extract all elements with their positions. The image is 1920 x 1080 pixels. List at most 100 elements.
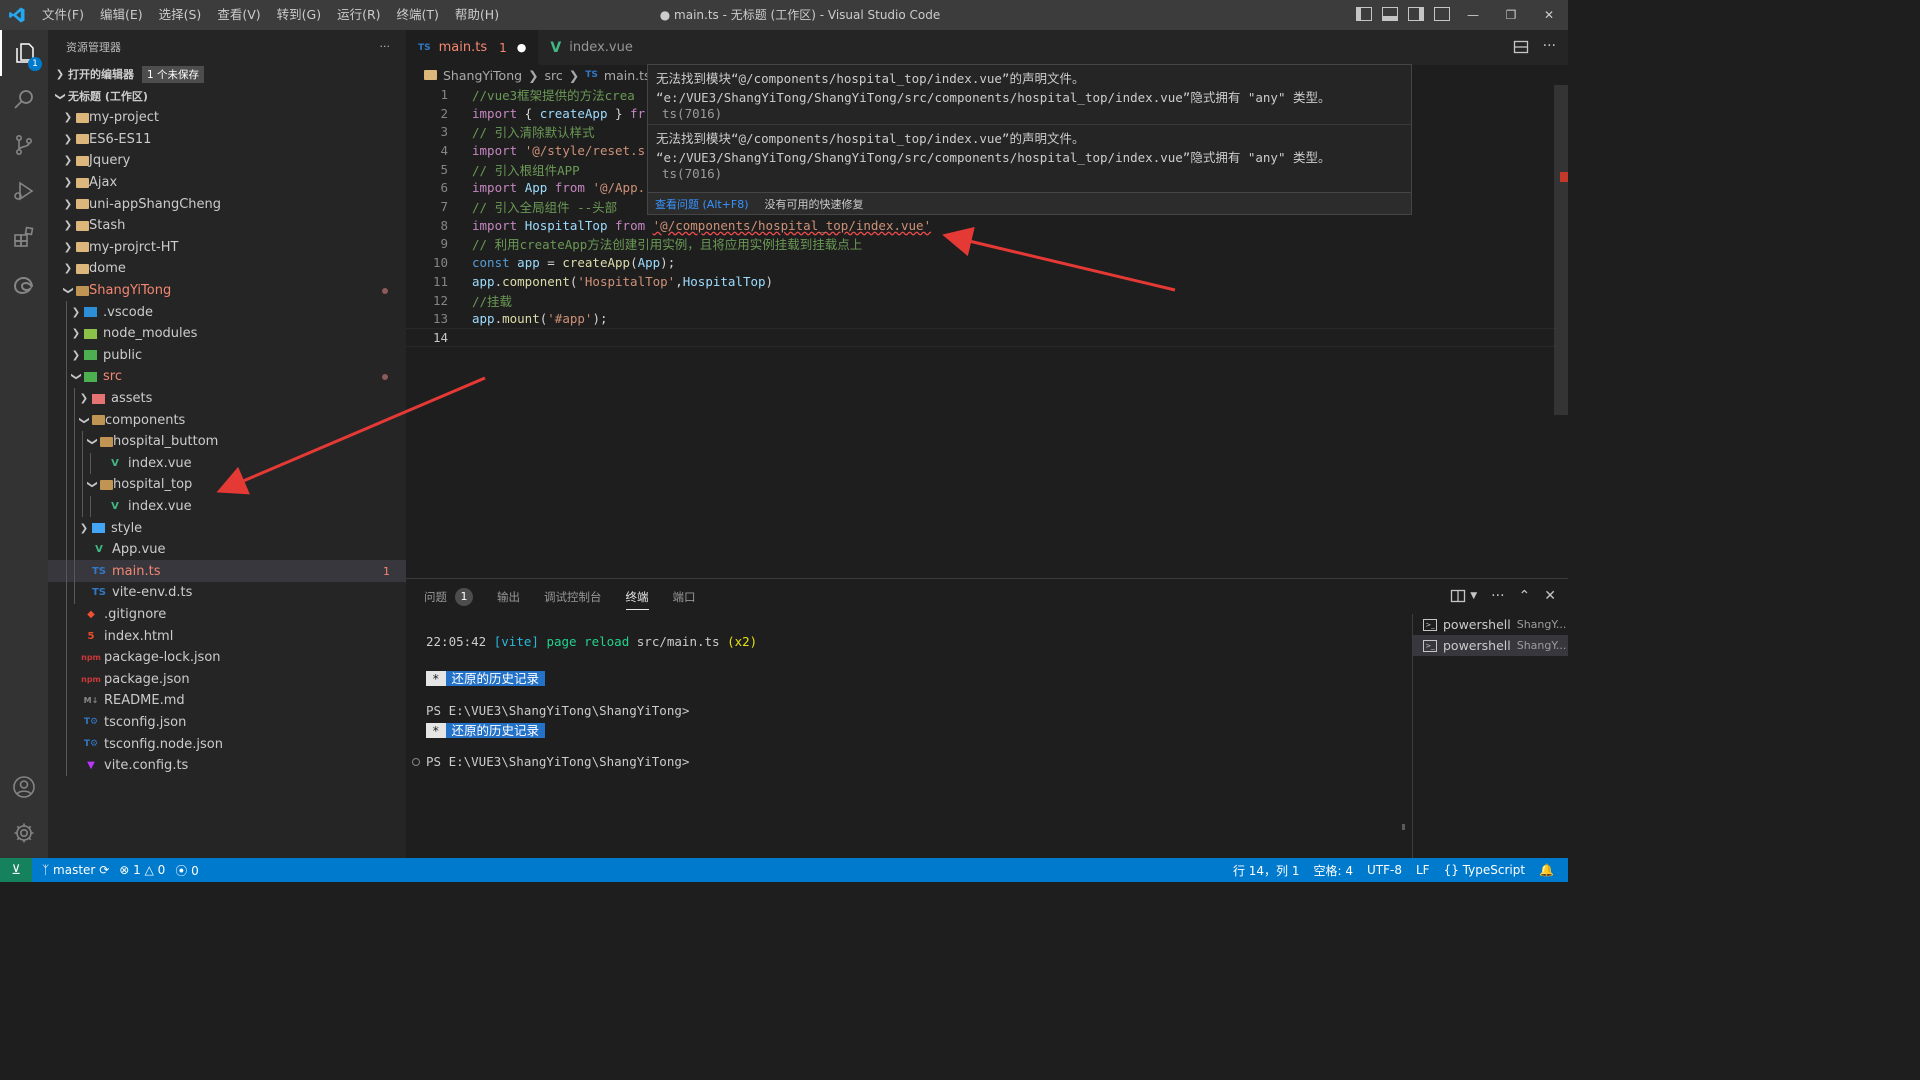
code-line[interactable]: 8 import HospitalTop from '@/components/h… (406, 216, 1556, 235)
command-decoration-icon[interactable] (412, 758, 420, 766)
tree-item[interactable]: ◆ .gitignore (48, 603, 406, 626)
tab-ports[interactable]: 端口 (673, 579, 696, 614)
tree-item[interactable]: 5 index.html (48, 625, 406, 647)
toggle-sidebar-icon[interactable] (1356, 7, 1372, 21)
unsaved-dot-icon[interactable]: ● (517, 41, 527, 54)
tree-item[interactable]: ❯ ES6-ES11 (48, 129, 406, 151)
tree-item[interactable]: ▼ vite.config.ts (48, 754, 406, 777)
code-line[interactable]: 11 app.component('HospitalTop',HospitalTo… (406, 272, 1556, 291)
git-branch[interactable]: ᛉ master ⟳ (42, 863, 109, 877)
tree-item[interactable]: T⚙ tsconfig.node.json (48, 733, 406, 755)
tree-item[interactable]: ❯ hospital_buttom (48, 430, 406, 453)
tab-debug-console[interactable]: 调试控制台 (544, 579, 602, 614)
breadcrumb-item[interactable]: main.ts (604, 68, 651, 83)
tree-item[interactable]: V App.vue (48, 538, 406, 561)
tree-item[interactable]: ❯ dome (48, 258, 406, 280)
menu-go[interactable]: 转到(G) (269, 0, 329, 30)
restore-icon[interactable]: ❐ (1492, 0, 1530, 30)
end-of-line[interactable]: LF (1416, 863, 1430, 877)
close-window-icon[interactable]: ✕ (1530, 0, 1568, 30)
ports-indicator[interactable]: ⦿ 0 (175, 862, 198, 879)
menu-file[interactable]: 文件(F) (34, 0, 92, 30)
terminal[interactable]: 22:05:42 [vite] page reload src/main.ts … (406, 614, 1412, 859)
remote-indicator-icon[interactable]: ⊻ (0, 858, 32, 882)
toggle-secondary-sidebar-icon[interactable] (1408, 7, 1424, 21)
tree-item[interactable]: ❯ style (48, 517, 406, 539)
tree-item[interactable]: ❯ Ajax (48, 172, 406, 194)
split-terminal-icon[interactable] (1450, 588, 1466, 604)
edge-devtools-activity[interactable] (0, 262, 48, 308)
menu-edit[interactable]: 编辑(E) (92, 0, 151, 30)
menu-help[interactable]: 帮助(H) (447, 0, 507, 30)
more-actions-icon[interactable]: ··· (1491, 588, 1504, 604)
explorer-activity[interactable]: 1 (0, 30, 48, 76)
tree-item[interactable]: ❯ hospital_top (48, 474, 406, 496)
breadcrumb-item[interactable]: ShangYiTong (443, 68, 522, 83)
code-token: import (472, 180, 518, 196)
minimize-icon[interactable]: — (1454, 0, 1492, 30)
tree-item[interactable]: ❯ assets (48, 387, 406, 410)
code-line[interactable]: 9 // 利用createApp方法创建引用实例，且将应用实例挂载到挂载点上 (406, 235, 1556, 254)
notifications-bell-icon[interactable]: 🔔 (1539, 863, 1554, 877)
tree-item[interactable]: T⚙ tsconfig.json (48, 711, 406, 734)
search-activity[interactable] (0, 76, 48, 122)
run-debug-activity[interactable] (0, 168, 48, 214)
terminal-instance[interactable]: >_ powershell ShangY... (1413, 635, 1568, 656)
tree-item[interactable]: ❯ Jquery (48, 150, 406, 172)
encoding[interactable]: UTF-8 (1367, 863, 1402, 877)
code-line[interactable]: 12 //挂载 (406, 291, 1556, 310)
workspace-section[interactable]: ❯ 无标题 (工作区) (48, 85, 406, 107)
tab-terminal[interactable]: 终端 (625, 579, 649, 614)
tab-index-vue[interactable]: V index.vue (538, 30, 644, 65)
view-problem-link[interactable]: 查看问题 (Alt+F8) (655, 196, 749, 212)
editor-scrollbar[interactable] (1554, 85, 1568, 415)
breadcrumb-item[interactable]: src (545, 68, 563, 83)
maximize-panel-icon[interactable]: ⌃ (1519, 588, 1531, 604)
toggle-panel-icon[interactable] (1382, 7, 1398, 21)
menu-terminal[interactable]: 终端(T) (389, 0, 447, 30)
accounts-activity[interactable] (0, 764, 48, 810)
explorer-more-actions[interactable]: ··· (380, 40, 391, 53)
customize-layout-icon[interactable] (1434, 7, 1450, 21)
tree-item[interactable]: ❯ src (48, 366, 406, 388)
tree-item[interactable]: ❯ node_modules (48, 322, 406, 345)
manage-activity[interactable] (0, 810, 48, 856)
source-control-activity[interactable] (0, 122, 48, 168)
tree-item[interactable]: ❯ ShangYiTong (48, 280, 406, 302)
tree-item[interactable]: ❯ my-projrct-HT (48, 237, 406, 259)
code-line[interactable]: 14 (406, 328, 1556, 347)
tree-item[interactable]: ❯ components (48, 409, 406, 431)
split-editor-icon[interactable] (1513, 39, 1529, 55)
terminal-instance[interactable]: >_ powershell ShangY... (1413, 614, 1568, 635)
open-editors-section[interactable]: ❯ 打开的编辑器 1 个未保存 (48, 63, 406, 85)
tree-item[interactable]: TS vite-env.d.ts (48, 582, 406, 604)
close-panel-icon[interactable]: ✕ (1544, 588, 1556, 604)
tree-item[interactable]: M↓ README.md (48, 690, 406, 712)
tree-item[interactable]: ❯ uni-appShangCheng (48, 193, 406, 215)
tree-item[interactable]: ❯ .vscode (48, 301, 406, 323)
problems-indicator[interactable]: ⊗ 1 △ 0 (119, 863, 165, 877)
cursor-position[interactable]: 行 14，列 1 (1233, 862, 1300, 879)
code-line[interactable]: 13 app.mount('#app'); (406, 309, 1556, 328)
tree-item[interactable]: TS main.ts 1 (48, 560, 406, 583)
tree-item[interactable]: ❯ public (48, 344, 406, 367)
menu-view[interactable]: 查看(V) (209, 0, 268, 30)
tree-item[interactable]: npm package.json (48, 668, 406, 691)
tab-output[interactable]: 输出 (497, 579, 520, 614)
tab-main-ts[interactable]: TS main.ts 1 ● (406, 30, 539, 65)
tree-item[interactable]: Vindex.vue (48, 452, 406, 475)
menu-selection[interactable]: 选择(S) (151, 0, 210, 30)
more-actions-icon[interactable]: ··· (1543, 39, 1556, 55)
language-mode[interactable]: {} TypeScript (1444, 863, 1525, 877)
menu-run[interactable]: 运行(R) (329, 0, 388, 30)
extensions-activity[interactable] (0, 214, 48, 260)
terminal-scrollbar[interactable] (1402, 824, 1405, 830)
tree-item[interactable]: ❯ my-project (48, 107, 406, 129)
tree-item[interactable]: npm package-lock.json (48, 646, 406, 669)
terminal-dropdown-icon[interactable]: ▼ (1470, 591, 1477, 604)
tree-item[interactable]: Vindex.vue (48, 495, 406, 518)
tab-problems[interactable]: 问题 1 (424, 579, 473, 614)
indentation[interactable]: 空格: 4 (1313, 862, 1353, 879)
tree-item[interactable]: ❯ Stash (48, 215, 406, 237)
code-line[interactable]: 10 const app = createApp(App); (406, 253, 1556, 272)
